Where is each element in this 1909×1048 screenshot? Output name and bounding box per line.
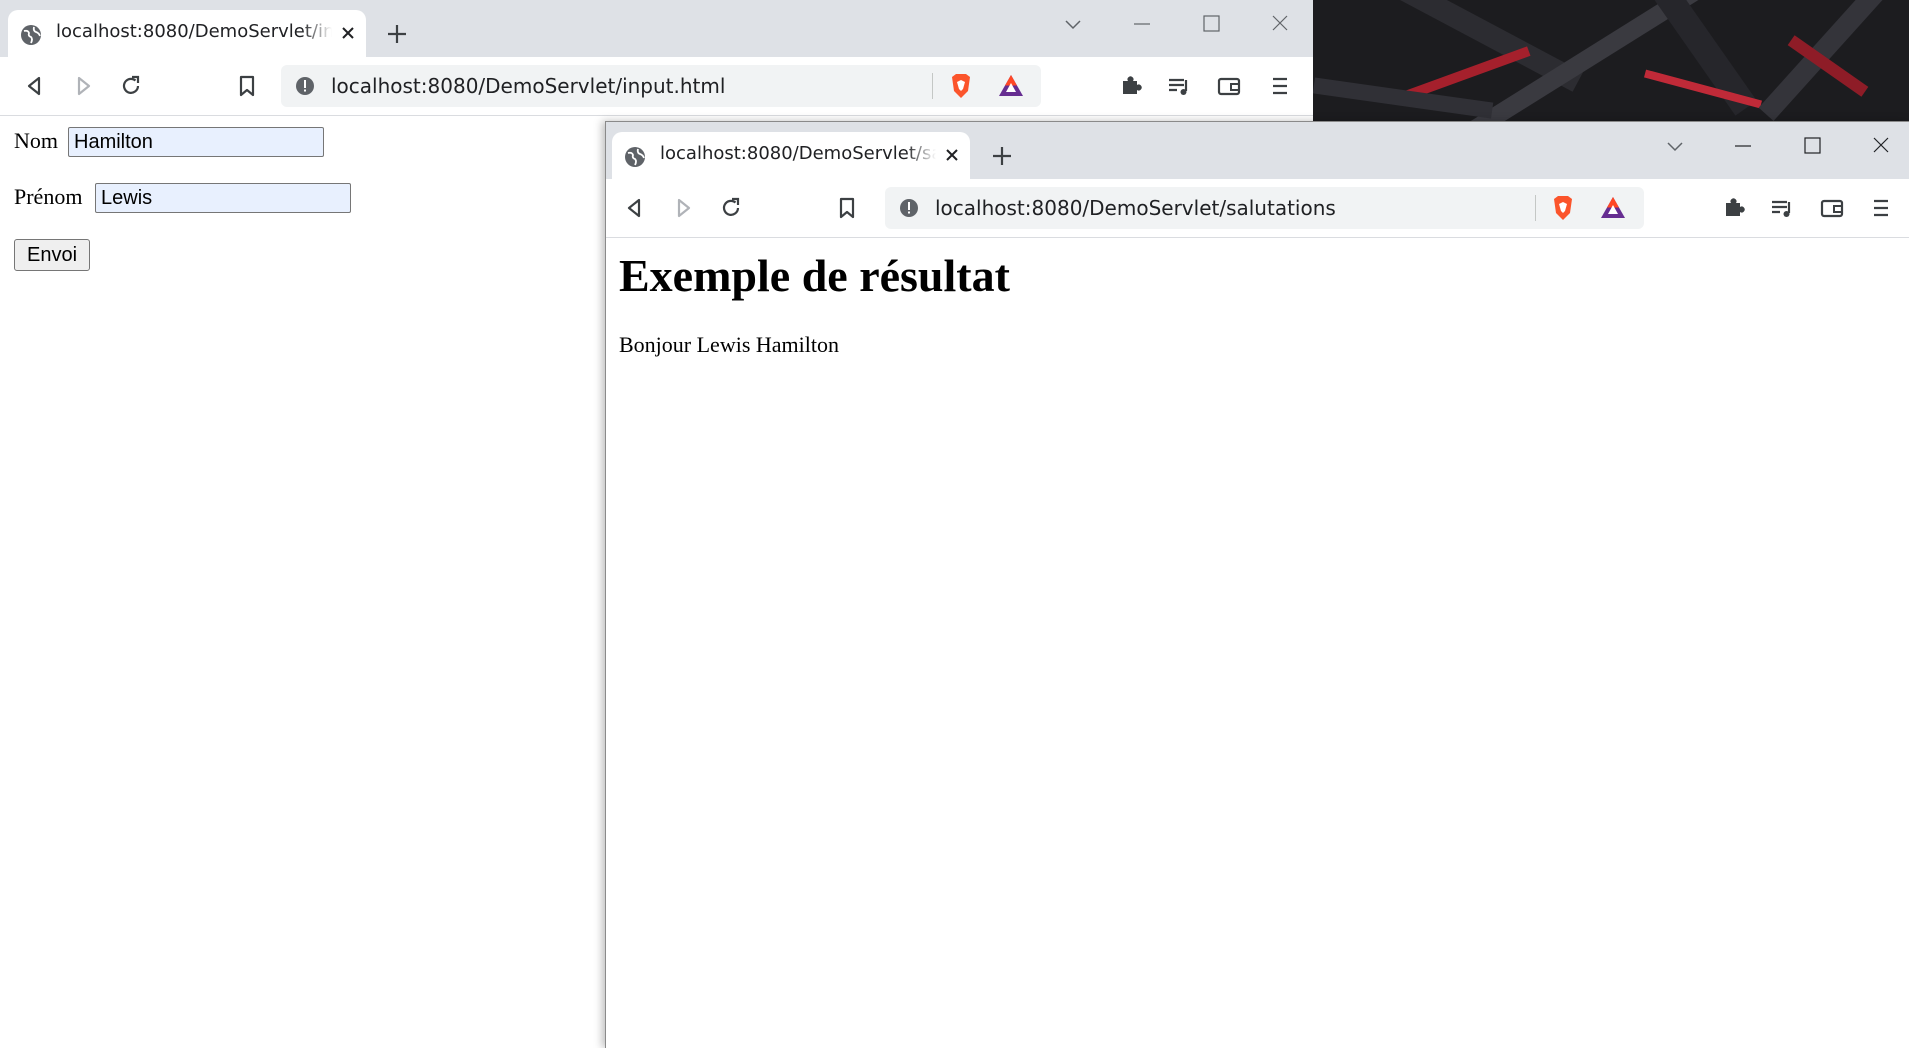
toolbar: localhost:8080/DemoServlet/input.html <box>0 57 1313 116</box>
brave-shields-icon[interactable] <box>1549 194 1577 222</box>
tab-result[interactable]: localhost:8080/DemoServlet/salutations <box>612 132 970 179</box>
tab-search-icon[interactable] <box>1660 134 1690 158</box>
toolbar: localhost:8080/DemoServlet/salutations <box>606 179 1909 238</box>
omnibox-separator <box>932 73 933 99</box>
submit-button[interactable]: Envoi <box>14 239 91 271</box>
brave-rewards-icon[interactable] <box>997 72 1025 100</box>
globe-icon <box>625 147 645 167</box>
brave-shields-icon[interactable] <box>947 72 975 100</box>
forward-icon[interactable] <box>668 193 698 223</box>
wallet-icon[interactable] <box>1214 71 1244 101</box>
close-window-icon[interactable] <box>1866 134 1896 158</box>
media-playlist-icon[interactable] <box>1164 71 1194 101</box>
forward-icon[interactable] <box>68 71 98 101</box>
back-icon[interactable] <box>20 71 50 101</box>
address-url: localhost:8080/DemoServlet/input.html <box>331 74 726 98</box>
minimize-icon[interactable] <box>1728 134 1758 158</box>
menu-icon[interactable] <box>1265 71 1295 101</box>
maximize-icon[interactable] <box>1797 134 1827 158</box>
tab-input[interactable]: localhost:8080/DemoServlet/input.html <box>8 10 366 57</box>
media-playlist-icon[interactable] <box>1767 193 1797 223</box>
tab-title: localhost:8080/DemoServlet/input.html <box>56 21 332 45</box>
extensions-icon[interactable] <box>1719 193 1749 223</box>
desktop-wallpaper <box>1313 0 1909 125</box>
wallet-icon[interactable] <box>1817 193 1847 223</box>
new-tab-icon[interactable] <box>385 22 409 46</box>
reload-icon[interactable] <box>716 193 746 223</box>
address-url: localhost:8080/DemoServlet/salutations <box>935 196 1336 220</box>
menu-icon[interactable] <box>1866 193 1896 223</box>
omnibox-separator <box>1535 195 1536 221</box>
bookmark-icon[interactable] <box>832 193 862 223</box>
page-heading: Exemple de résultat <box>619 250 1010 301</box>
close-tab-icon[interactable] <box>338 23 358 43</box>
prenom-field[interactable]: Lewis <box>95 183 351 213</box>
maximize-icon[interactable] <box>1196 12 1226 36</box>
globe-icon <box>21 25 41 45</box>
tab-strip: localhost:8080/DemoServlet/input.html <box>0 0 1313 57</box>
close-window-icon[interactable] <box>1265 12 1295 36</box>
back-icon[interactable] <box>620 193 650 223</box>
close-tab-icon[interactable] <box>942 145 962 165</box>
page-content: Exemple de résultat Bonjour Lewis Hamilt… <box>606 238 1909 1048</box>
nom-field[interactable]: Hamilton <box>68 127 324 157</box>
brave-rewards-icon[interactable] <box>1599 194 1627 222</box>
tab-search-icon[interactable] <box>1058 12 1088 36</box>
browser-window-result: localhost:8080/DemoServlet/salutations <box>605 121 1909 1048</box>
address-bar[interactable]: localhost:8080/DemoServlet/salutations <box>885 187 1644 229</box>
info-icon[interactable] <box>899 198 919 218</box>
info-icon[interactable] <box>295 76 315 96</box>
tab-strip: localhost:8080/DemoServlet/salutations <box>606 122 1909 179</box>
nom-label: Nom <box>14 128 58 153</box>
minimize-icon[interactable] <box>1127 12 1157 36</box>
tab-title: localhost:8080/DemoServlet/salutations <box>660 143 936 167</box>
greeting-text: Bonjour Lewis Hamilton <box>619 332 839 357</box>
address-bar[interactable]: localhost:8080/DemoServlet/input.html <box>281 65 1041 107</box>
reload-icon[interactable] <box>116 71 146 101</box>
prenom-label: Prénom <box>14 184 83 209</box>
extensions-icon[interactable] <box>1116 71 1146 101</box>
new-tab-icon[interactable] <box>990 144 1014 168</box>
bookmark-icon[interactable] <box>232 71 262 101</box>
